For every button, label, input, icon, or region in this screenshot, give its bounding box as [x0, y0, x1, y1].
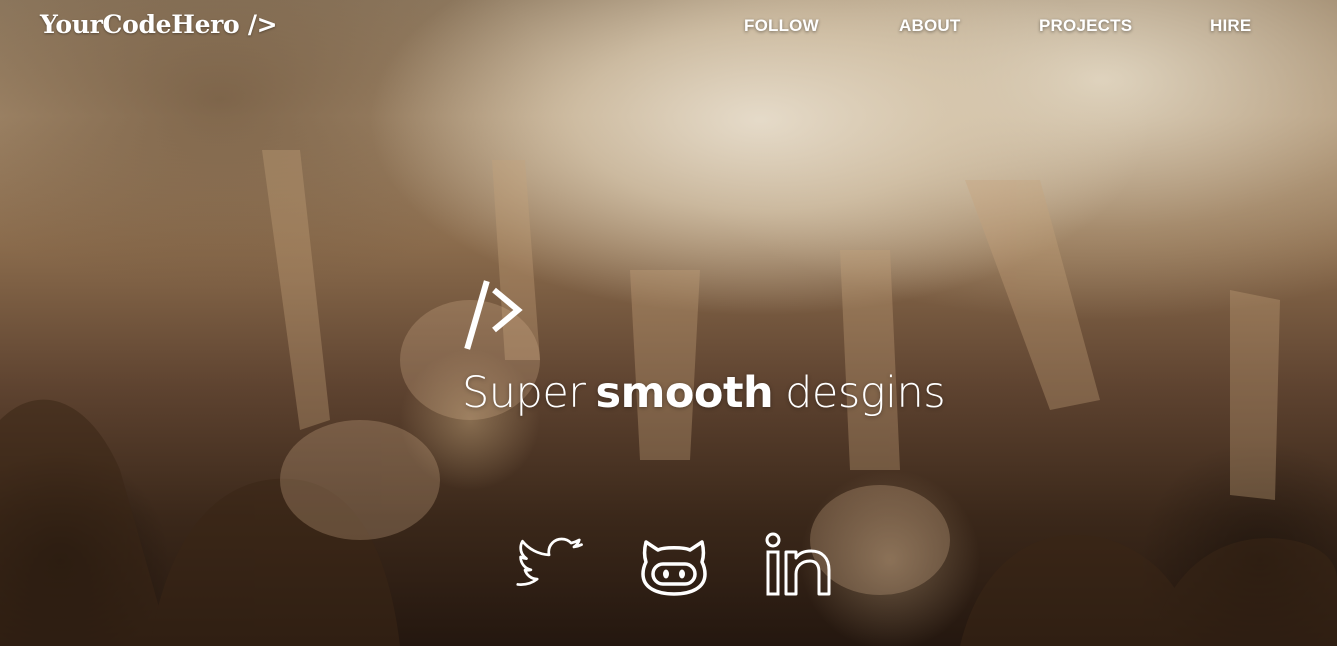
tagline-emphasis: smooth [595, 368, 774, 418]
hero-tagline: Super smooth desgins [462, 368, 946, 418]
social-links [0, 532, 1337, 602]
nav-item-follow[interactable]: FOLLOW [744, 16, 819, 36]
github-icon [641, 540, 707, 596]
nav-item-about[interactable]: ABOUT [899, 16, 960, 36]
twitter-link[interactable] [516, 536, 584, 596]
tagline-start: Super [462, 368, 586, 418]
tagline-end: desgins [785, 368, 946, 418]
linkedin-icon [765, 532, 831, 596]
main-nav: FOLLOW ABOUT PROJECTS HIRE [0, 16, 1337, 40]
nav-item-projects[interactable]: PROJECTS [1039, 16, 1132, 36]
code-slash-chevron-icon [464, 280, 526, 350]
twitter-icon [516, 537, 583, 586]
nav-item-hire[interactable]: HIRE [1210, 16, 1251, 36]
linkedin-link[interactable] [765, 532, 832, 596]
github-link[interactable] [640, 534, 708, 596]
top-navigation-bar: YourCodeHero /> FOLLOW ABOUT PROJECTS HI… [0, 0, 1337, 54]
